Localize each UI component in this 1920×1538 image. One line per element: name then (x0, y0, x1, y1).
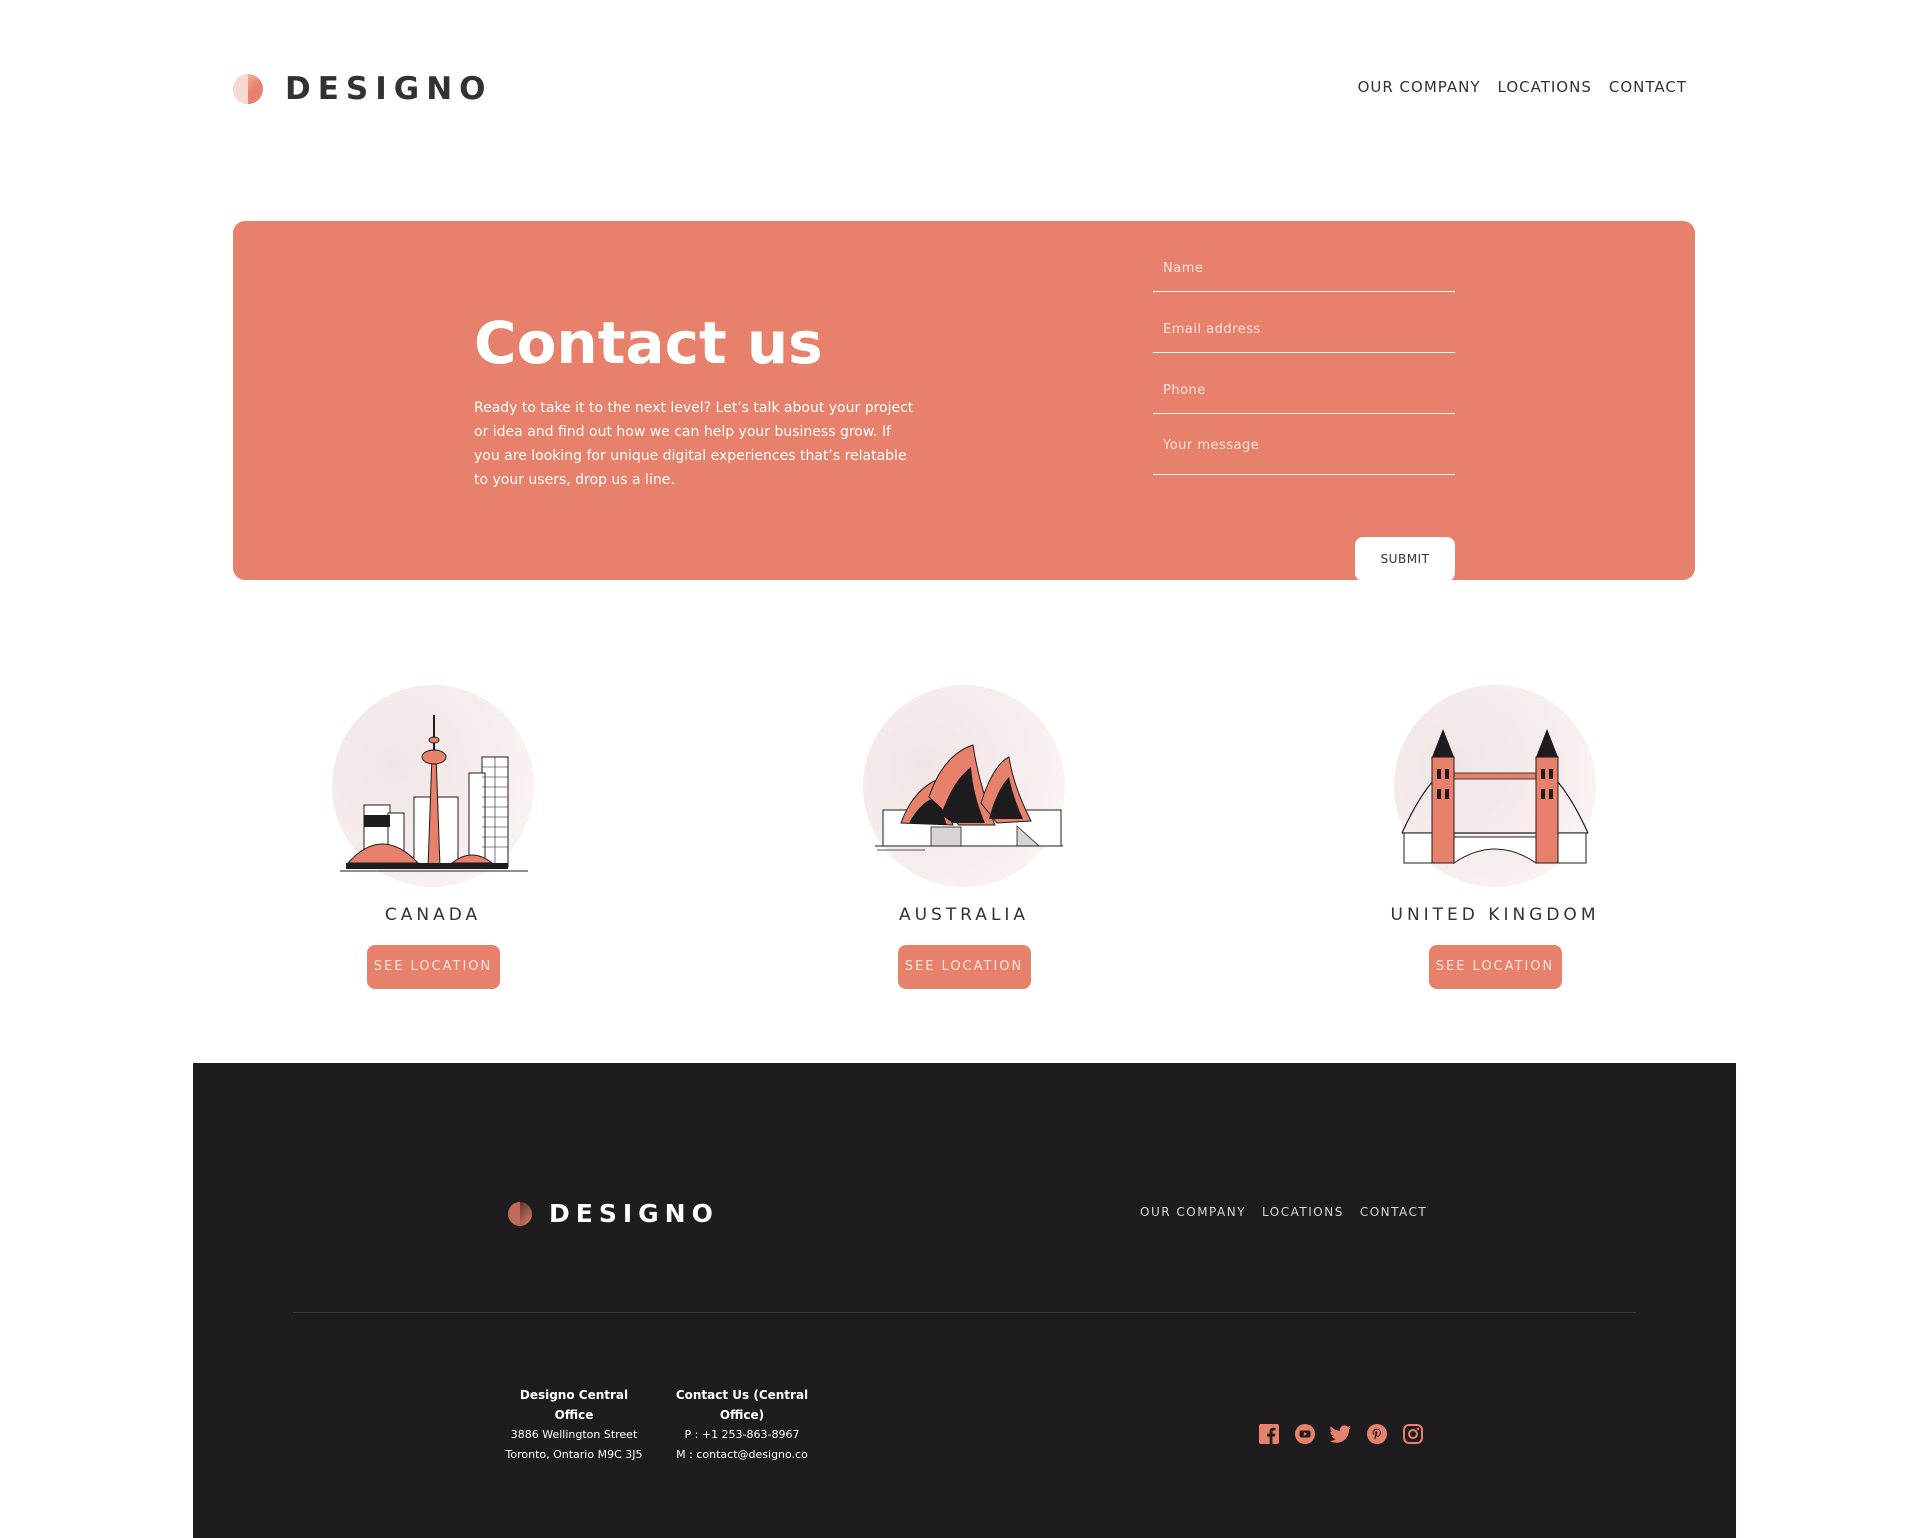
name-field-wrapper (1153, 241, 1455, 292)
submit-button[interactable]: SUBMIT (1355, 537, 1455, 581)
message-field-wrapper (1153, 414, 1455, 475)
contact-email: M : contact@designo.co (676, 1448, 808, 1461)
page-title: Contact us (474, 309, 823, 377)
facebook-icon[interactable] (1258, 1423, 1280, 1445)
location-card-australia: AUSTRALIA SEE LOCATION (814, 685, 1114, 989)
contact-heading: Contact Us (Central Office) (675, 1388, 809, 1422)
phone-field-wrapper (1153, 353, 1455, 414)
footer-nav-our-company[interactable]: OUR COMPANY (1140, 1205, 1246, 1219)
contact-phone: P : +1 253-863-8967 (684, 1428, 800, 1441)
site-footer: DESIGNO OUR COMPANY LOCATIONS CONTACT De… (193, 1063, 1736, 1538)
nav-our-company[interactable]: OUR COMPANY (1358, 78, 1481, 96)
contact-info: Contact Us (Central Office) P : +1 253-8… (659, 1385, 825, 1465)
hero-description: Ready to take it to the next level? Let’… (474, 400, 914, 488)
pinterest-icon[interactable] (1366, 1423, 1388, 1445)
main-nav: OUR COMPANY LOCATIONS CONTACT (1358, 78, 1687, 96)
nav-locations[interactable]: LOCATIONS (1498, 78, 1592, 96)
nav-contact[interactable]: CONTACT (1609, 78, 1687, 96)
location-name: UNITED KINGDOM (1390, 905, 1600, 925)
location-card-canada: CANADA SEE LOCATION (283, 685, 583, 989)
footer-nav-contact[interactable]: CONTACT (1360, 1205, 1427, 1219)
office-address: Designo Central Office 3886 Wellington S… (503, 1385, 645, 1465)
footer-nav-locations[interactable]: LOCATIONS (1262, 1205, 1344, 1219)
location-card-united-kingdom: UNITED KINGDOM SEE LOCATION (1345, 685, 1645, 989)
name-field[interactable] (1153, 255, 1455, 281)
logo-text: DESIGNO (285, 71, 493, 107)
footer-divider (293, 1312, 1636, 1313)
contact-form: SUBMIT (1153, 241, 1455, 581)
see-location-button-united-kingdom[interactable]: SEE LOCATION (1428, 945, 1562, 989)
footer-logo[interactable]: DESIGNO (508, 1199, 719, 1228)
email-field-wrapper (1153, 292, 1455, 353)
social-links (1258, 1423, 1424, 1445)
office-street: 3886 Wellington Street (510, 1428, 638, 1441)
see-location-button-australia[interactable]: SEE LOCATION (897, 945, 1031, 989)
site-header: DESIGNO OUR COMPANY LOCATIONS CONTACT (233, 68, 1687, 110)
message-field[interactable] (1153, 438, 1455, 464)
footer-nav: OUR COMPANY LOCATIONS CONTACT (1140, 1205, 1427, 1219)
sydney-opera-house-icon (863, 685, 1065, 887)
location-name: AUSTRALIA (898, 905, 1030, 925)
office-heading: Designo Central Office (519, 1388, 629, 1422)
instagram-icon[interactable] (1402, 1423, 1424, 1445)
contact-hero: Contact us Ready to take it to the next … (233, 221, 1695, 581)
twitter-icon[interactable] (1330, 1423, 1352, 1445)
location-name: CANADA (384, 905, 482, 925)
email-field[interactable] (1153, 316, 1455, 342)
logo[interactable]: DESIGNO (233, 68, 493, 110)
phone-field[interactable] (1153, 377, 1455, 403)
office-city: Toronto, Ontario M9C 3J5 (505, 1448, 643, 1461)
toronto-skyline-icon (332, 685, 534, 887)
logo-mark-icon (508, 1201, 532, 1226)
logo-mark-icon (233, 74, 263, 104)
footer-logo-text: DESIGNO (549, 1199, 719, 1228)
see-location-button-canada[interactable]: SEE LOCATION (366, 945, 500, 989)
youtube-icon[interactable] (1294, 1423, 1316, 1445)
tower-bridge-icon (1394, 685, 1596, 887)
